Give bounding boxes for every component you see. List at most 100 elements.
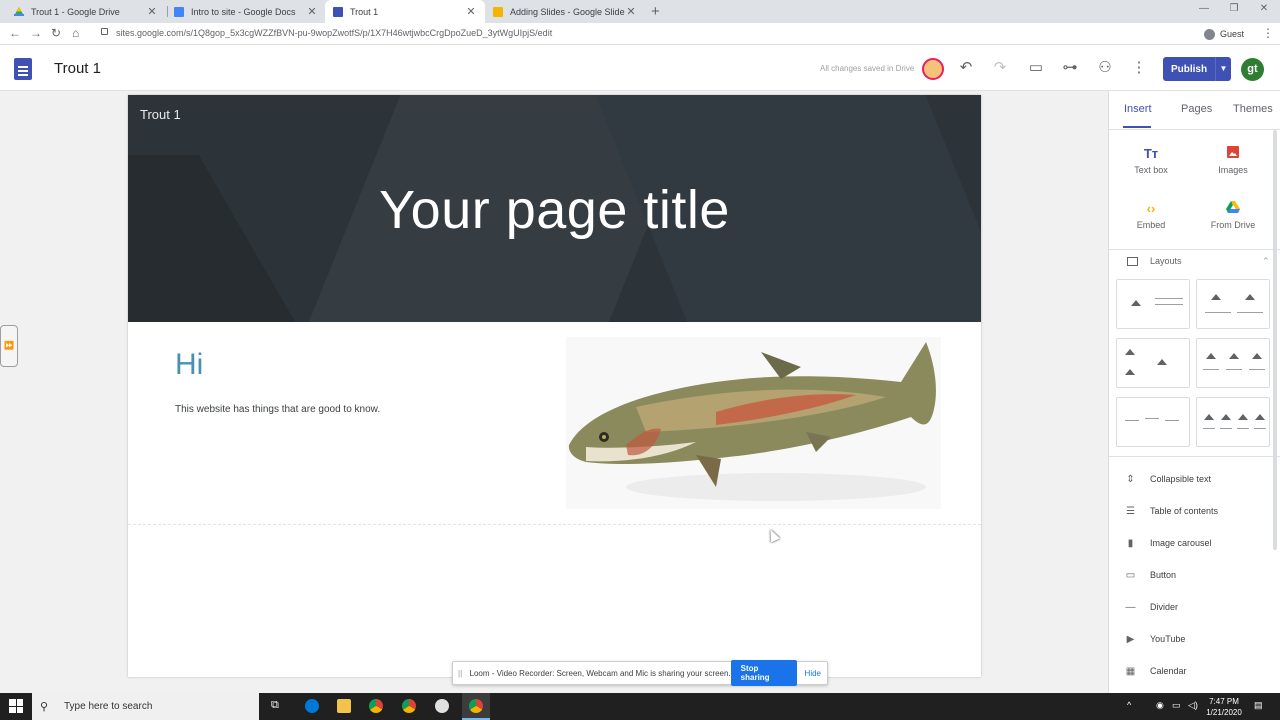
task-view-icon[interactable]: ⧉ (271, 699, 279, 712)
taskbar-search-box[interactable]: ⚲ Type here to search (32, 693, 259, 720)
share-icon[interactable]: ⚇ (1096, 60, 1114, 76)
close-window-icon[interactable]: ✕ (1257, 3, 1271, 14)
tab-title: Trout 1 - Google Drive (31, 6, 120, 17)
more-options-icon[interactable]: ⋮ (1130, 60, 1148, 76)
layout-option-5[interactable] (1116, 397, 1190, 447)
preview-icon[interactable]: ▭ (1027, 60, 1045, 76)
insert-from-drive[interactable]: From Drive (1198, 200, 1268, 230)
paint-icon[interactable] (435, 699, 449, 713)
minimize-icon[interactable]: — (1197, 3, 1211, 14)
header-banner[interactable]: Trout 1 Your page title (128, 95, 981, 322)
insert-text-box[interactable]: Tт Text box (1116, 145, 1186, 175)
component-youtube[interactable]: ▶ YouTube (1125, 631, 1186, 647)
profile-label: Guest (1220, 29, 1245, 39)
component-label: Table of contents (1150, 506, 1219, 516)
insert-images[interactable]: Images (1198, 145, 1268, 175)
tab-pages[interactable]: Pages (1181, 103, 1212, 115)
component-calendar[interactable]: ▦ Calendar (1125, 663, 1187, 679)
trout-image[interactable] (566, 337, 941, 509)
clock[interactable]: 7:47 PM 1/21/2020 (1200, 696, 1248, 718)
stop-sharing-button[interactable]: Stop sharing (730, 660, 797, 686)
collapsible-text-icon: ⇕ (1126, 473, 1135, 485)
home-icon[interactable]: ⌂ (72, 26, 79, 40)
panel-scrollbar[interactable] (1273, 130, 1277, 550)
back-icon[interactable]: ← (9, 26, 21, 40)
collaborator-avatar[interactable] (922, 58, 944, 80)
clock-date: 1/21/2020 (1206, 708, 1242, 717)
windows-start-icon[interactable] (9, 699, 23, 713)
edge-icon[interactable] (305, 699, 319, 713)
collapse-layouts-icon[interactable]: ⌃ (1262, 256, 1270, 267)
page-title[interactable]: Your page title (128, 179, 981, 241)
network-icon[interactable]: ▭ (1172, 700, 1181, 711)
new-tab-icon[interactable]: + (651, 3, 660, 20)
browser-tab-drive[interactable]: Trout 1 - Google Drive ✕ (6, 0, 166, 23)
lock-icon[interactable] (101, 28, 108, 35)
divider-icon: — (1125, 601, 1136, 613)
chrome-icon[interactable] (369, 699, 383, 713)
button-icon: ▭ (1125, 569, 1136, 581)
text-box-icon: Tт (1143, 146, 1159, 161)
insert-embed[interactable]: ‹› Embed (1116, 200, 1186, 230)
chrome-icon[interactable] (469, 699, 483, 713)
component-label: Image carousel (1150, 538, 1212, 548)
profile-button[interactable]: Guest (1204, 26, 1244, 42)
component-image-carousel[interactable]: ▮ Image carousel (1125, 535, 1212, 551)
publish-button[interactable]: Publish ▼ (1163, 57, 1231, 81)
browser-tab-slides[interactable]: Adding Slides - Google Slides ✕ (485, 0, 645, 23)
browser-menu-icon[interactable]: ⋮ (1262, 26, 1274, 40)
close-tab-icon[interactable]: ✕ (306, 5, 318, 18)
notifications-icon[interactable]: ▤ (1254, 700, 1263, 711)
save-status: All changes saved in Drive (820, 64, 915, 73)
search-icon: ⚲ (40, 701, 49, 713)
layouts-header[interactable]: Layouts (1127, 256, 1182, 266)
component-divider[interactable]: — Divider (1125, 599, 1179, 615)
drag-handle-icon[interactable]: || (458, 669, 466, 678)
restore-icon[interactable]: ❐ (1227, 3, 1241, 14)
google-docs-icon (174, 6, 184, 17)
browser-tab-sites-active[interactable]: Trout 1 ✕ (325, 0, 485, 23)
component-table-of-contents[interactable]: ☰ Table of contents (1125, 503, 1218, 519)
youtube-icon: ▶ (1126, 633, 1135, 645)
calendar-icon: ▦ (1125, 665, 1136, 677)
close-tab-icon[interactable]: ✕ (625, 5, 637, 18)
sites-toolbar: Trout 1 All changes saved in Drive ↶ ↷ ▭… (0, 45, 1280, 91)
google-drive-icon (14, 6, 24, 17)
layout-option-6[interactable] (1196, 397, 1270, 447)
layouts-label: Layouts (1150, 256, 1182, 266)
site-document-title[interactable]: Trout 1 (54, 60, 101, 77)
insert-label: From Drive (1210, 220, 1256, 230)
site-name[interactable]: Trout 1 (140, 107, 181, 122)
address-bar[interactable]: sites.google.com/s/1Q8gop_5x3cgWZZfBVN-p… (116, 28, 552, 38)
tab-insert[interactable]: Insert (1124, 103, 1152, 115)
close-tab-icon[interactable]: ✕ (465, 5, 477, 18)
close-tab-icon[interactable]: ✕ (146, 5, 158, 18)
browser-tab-docs[interactable]: Intro to site - Google Docs ✕ (166, 0, 326, 23)
chrome-icon[interactable] (402, 699, 416, 713)
loom-tray-icon[interactable]: ◉ (1156, 700, 1164, 711)
show-hidden-icons-icon[interactable]: ^ (1127, 700, 1131, 710)
undo-icon[interactable]: ↶ (957, 60, 975, 76)
section-body-text[interactable]: This website has things that are good to… (175, 404, 380, 415)
forward-icon[interactable]: → (30, 26, 42, 40)
side-drawer-handle[interactable]: ⏩ (0, 325, 18, 367)
layout-option-1[interactable] (1116, 279, 1190, 329)
account-avatar[interactable]: gt (1241, 58, 1264, 81)
link-icon[interactable]: ⊶ (1061, 60, 1079, 76)
layout-option-2[interactable] (1196, 279, 1270, 329)
google-sites-logo-icon[interactable] (14, 58, 32, 80)
redo-icon[interactable]: ↷ (991, 60, 1009, 76)
reload-icon[interactable]: ↻ (51, 26, 61, 40)
component-collapsible-text[interactable]: ⇕ Collapsible text (1125, 471, 1211, 487)
component-button[interactable]: ▭ Button (1125, 567, 1176, 583)
layout-option-3[interactable] (1116, 338, 1190, 388)
file-explorer-icon[interactable] (337, 699, 351, 713)
volume-icon[interactable]: ◁) (1188, 700, 1198, 711)
publish-dropdown-icon[interactable]: ▼ (1215, 57, 1231, 81)
layouts-icon (1127, 256, 1138, 266)
section-divider (128, 524, 981, 525)
layout-option-4[interactable] (1196, 338, 1270, 388)
hide-banner-button[interactable]: Hide (805, 669, 821, 678)
section-heading[interactable]: Hi (175, 348, 203, 382)
tab-themes[interactable]: Themes (1233, 103, 1273, 115)
